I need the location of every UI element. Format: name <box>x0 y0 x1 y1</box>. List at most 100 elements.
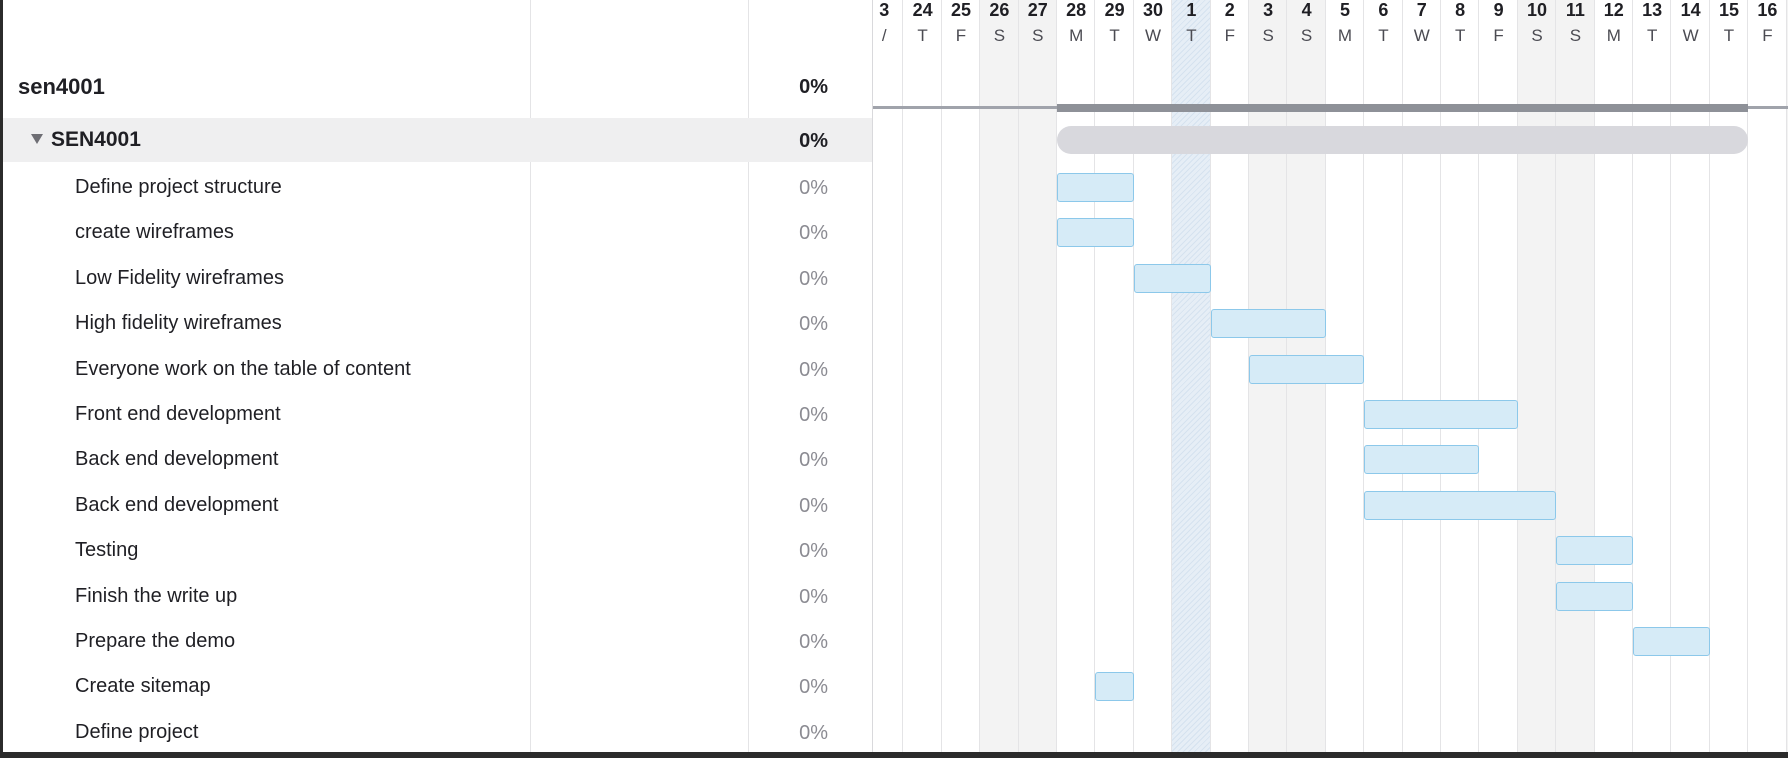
day-letter: S <box>1262 26 1274 45</box>
task-progress: 0% <box>799 222 828 245</box>
task-bar[interactable] <box>1057 173 1134 202</box>
task-bar[interactable] <box>1364 445 1480 475</box>
day-letter: T <box>1454 26 1466 45</box>
task-row[interactable]: create wireframes 0% <box>3 210 872 255</box>
day-letter: S <box>1569 26 1582 45</box>
day-column <box>1364 0 1403 752</box>
project-row[interactable]: sen4001 0% <box>3 66 872 106</box>
task-name: Back end development <box>75 448 279 471</box>
day-letter: F <box>1224 26 1235 45</box>
task-row[interactable]: Finish the write up 0% <box>3 574 872 619</box>
task-bar[interactable] <box>1556 581 1633 611</box>
group-progress: 0% <box>799 130 828 152</box>
task-bar[interactable] <box>1210 309 1326 339</box>
day-column <box>1748 0 1787 752</box>
task-name: Define project <box>75 720 199 743</box>
day-number: 14 <box>1680 0 1701 20</box>
day-column <box>903 0 942 752</box>
task-row[interactable]: Low Fidelity wireframes 0% <box>3 256 872 301</box>
day-letter: F <box>955 26 967 45</box>
day-letter: S <box>993 26 1006 45</box>
task-name: Back end development <box>75 493 279 516</box>
task-progress: 0% <box>799 631 828 653</box>
project-progress: 0% <box>799 76 828 98</box>
day-number: 12 <box>1603 0 1624 20</box>
collapse-caret-icon[interactable] <box>31 134 43 144</box>
day-number: 10 <box>1526 0 1548 20</box>
day-letter: / <box>881 26 887 45</box>
day-number: 30 <box>1142 0 1164 20</box>
day-number: 4 <box>1301 0 1312 20</box>
day-column <box>1710 0 1749 752</box>
project-bar[interactable] <box>1057 104 1749 112</box>
group-bar[interactable] <box>1057 126 1749 154</box>
day-column <box>1556 0 1595 752</box>
day-letter: T <box>917 26 928 45</box>
task-bar[interactable] <box>1633 627 1710 656</box>
day-number: 15 <box>1718 0 1740 20</box>
task-row[interactable]: Back end development 0% <box>3 437 872 482</box>
task-progress: 0% <box>799 358 828 381</box>
task-name: Prepare the demo <box>75 630 236 652</box>
day-number: 3 <box>879 0 890 20</box>
day-number: 5 <box>1339 0 1350 20</box>
task-name: Front end development <box>75 403 281 425</box>
task-row[interactable]: Define project 0% <box>3 710 872 752</box>
day-number: 2 <box>1224 0 1235 20</box>
day-number: 7 <box>1416 0 1427 20</box>
day-number: 1 <box>1186 0 1197 20</box>
task-row[interactable]: Create sitemap 0% <box>3 664 872 709</box>
day-column <box>1211 0 1249 752</box>
task-name: Everyone work on the table of content <box>75 357 411 380</box>
day-number: 13 <box>1642 0 1663 20</box>
task-bar[interactable] <box>1364 490 1557 520</box>
task-progress: 0% <box>799 449 828 472</box>
day-column <box>1134 0 1173 752</box>
day-column <box>873 0 904 752</box>
day-letter: F <box>1762 26 1773 45</box>
day-number: 8 <box>1455 0 1466 20</box>
day-number: 29 <box>1104 0 1125 20</box>
task-bar[interactable] <box>1133 263 1211 293</box>
task-progress: 0% <box>799 585 828 608</box>
gantt-view: sen4001 0% SEN4001 0% Define project str… <box>0 0 1788 752</box>
task-row[interactable]: Prepare the demo 0% <box>3 619 872 664</box>
day-number: 28 <box>1066 0 1087 20</box>
day-letter: T <box>1646 26 1658 45</box>
task-row[interactable]: Testing 0% <box>3 528 872 573</box>
task-name: Testing <box>75 539 139 562</box>
day-column <box>1057 0 1096 752</box>
task-row[interactable]: Front end development 0% <box>3 392 872 437</box>
day-number: 11 <box>1565 0 1585 20</box>
day-number: 26 <box>989 0 1010 20</box>
day-number: 9 <box>1493 0 1504 20</box>
task-name: Define project structure <box>75 176 282 198</box>
task-bar[interactable] <box>1249 354 1365 384</box>
group-row[interactable]: SEN4001 0% <box>3 118 872 162</box>
day-column <box>980 0 1019 752</box>
task-progress: 0% <box>799 540 828 563</box>
task-bar[interactable] <box>1095 672 1134 702</box>
task-bar[interactable] <box>1556 536 1633 566</box>
day-letter: T <box>1186 26 1197 45</box>
day-letter: W <box>1413 26 1430 45</box>
task-row[interactable]: Define project structure 0% <box>3 165 872 210</box>
day-column <box>1018 0 1057 752</box>
day-number: 16 <box>1757 0 1778 20</box>
task-bar[interactable] <box>1364 400 1518 429</box>
day-letter: M <box>1337 26 1353 45</box>
task-row[interactable]: High fidelity wireframes 0% <box>3 301 872 346</box>
day-column <box>1479 0 1518 752</box>
day-letter: S <box>1531 26 1543 45</box>
day-letter: T <box>1378 26 1389 45</box>
day-letter: W <box>1682 26 1699 45</box>
task-row[interactable]: Back end development 0% <box>3 483 872 528</box>
task-progress: 0% <box>799 267 828 290</box>
day-letter: T <box>1723 26 1735 45</box>
timeline-grid: 3 / 24 T 25 F 26 S 27 S 28 M 29 T 30 W 1 T 2 F 3 S 4 S 5 M 6 T 7 W 8 T 9… <box>873 0 1788 752</box>
task-progress: 0% <box>799 313 828 336</box>
task-row[interactable]: Everyone work on the table of content 0% <box>3 347 872 392</box>
task-progress: 0% <box>799 721 828 744</box>
day-letter: M <box>1069 26 1084 45</box>
task-bar[interactable] <box>1057 218 1134 248</box>
